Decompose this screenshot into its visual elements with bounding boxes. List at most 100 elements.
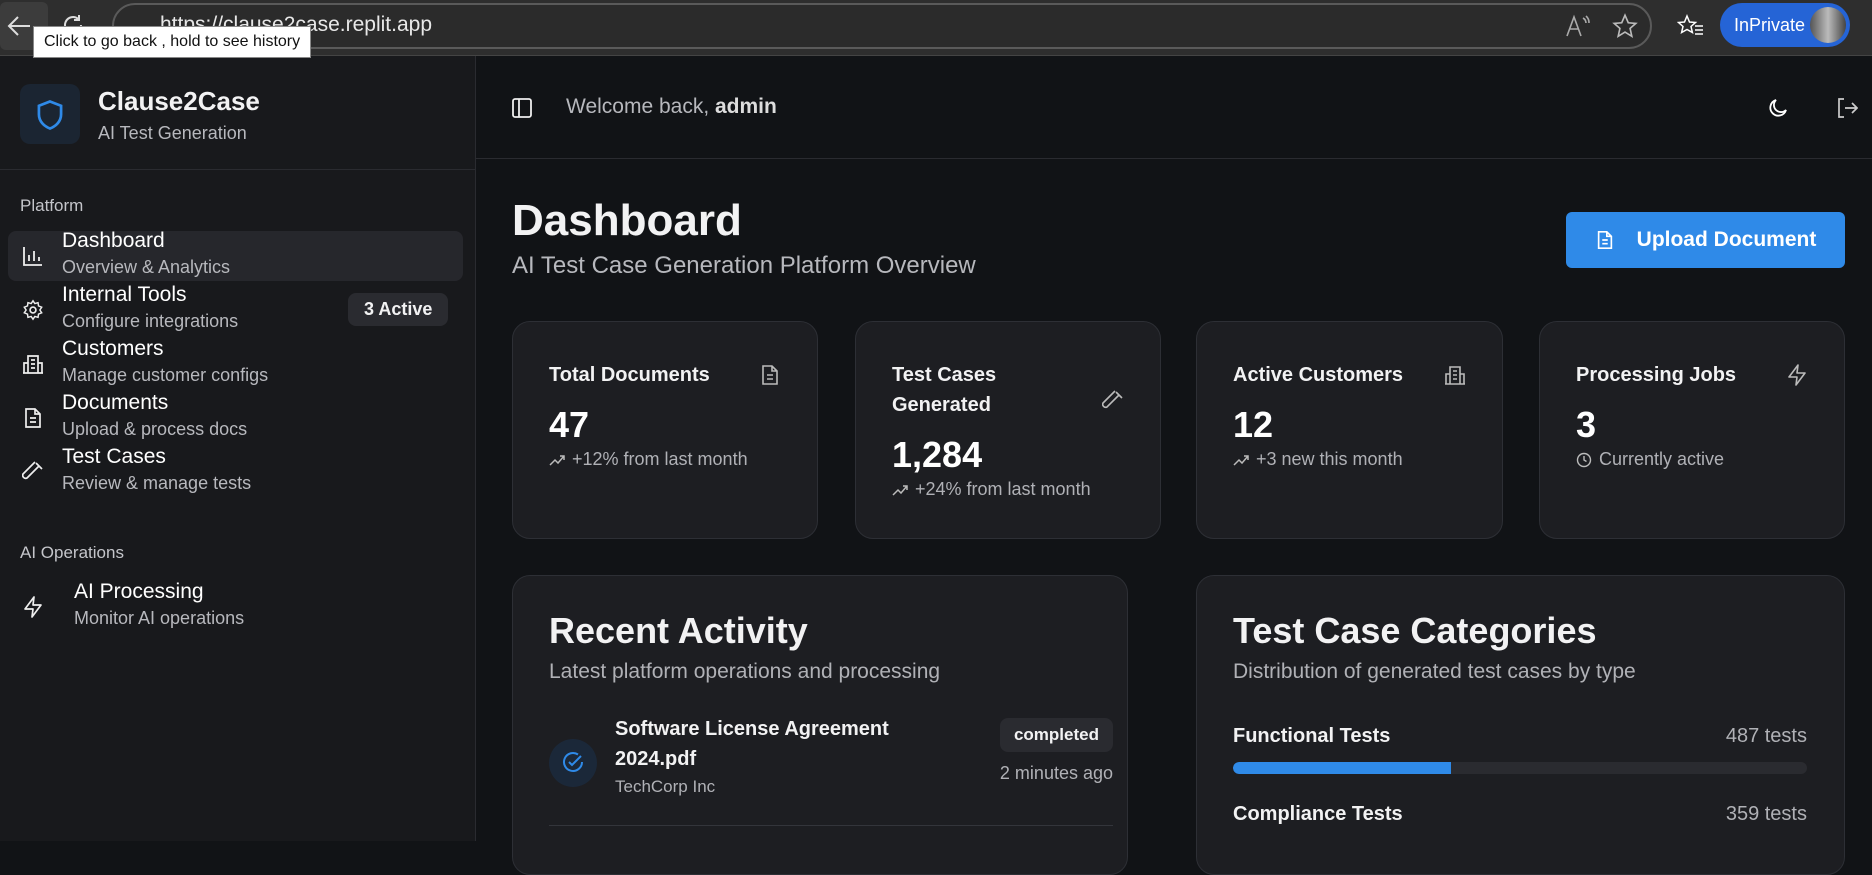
- divider: [0, 169, 475, 170]
- stat-value: 3: [1576, 404, 1597, 445]
- zap-icon: [24, 596, 42, 618]
- stat-sub: +3 new this month: [1256, 449, 1403, 469]
- check-circle-icon: [563, 752, 583, 772]
- stat-sub: Currently active: [1599, 449, 1725, 469]
- sidebar-item-label: Internal Tools: [62, 283, 187, 306]
- upload-document-button[interactable]: Upload Document: [1566, 212, 1845, 268]
- trending-up-icon: [892, 484, 908, 496]
- favorites-list-icon[interactable]: [1677, 13, 1705, 39]
- section-platform: Platform: [20, 196, 84, 215]
- stat-sub: +12% from last month: [572, 449, 748, 469]
- trending-up-icon: [549, 454, 565, 466]
- sidebar-item-label: Documents: [62, 391, 169, 414]
- upload-label: Upload Document: [1636, 228, 1817, 251]
- file-text-icon: [1597, 231, 1612, 249]
- sidebar-item-sub: Upload & process docs: [62, 419, 248, 439]
- sidebar-item-documents[interactable]: Documents Upload & process docs: [8, 391, 463, 443]
- section-ai-operations: AI Operations: [20, 543, 124, 562]
- stat-label: Total Documents: [549, 364, 710, 386]
- sidebar-item-customers[interactable]: Customers Manage customer configs: [8, 337, 463, 389]
- category-label: Functional Tests: [1233, 725, 1391, 747]
- inprivate-profile-button[interactable]: InPrivate: [1720, 3, 1850, 47]
- sidebar-item-internal-tools[interactable]: Internal Tools Configure integrations 3 …: [8, 283, 463, 335]
- panel-left-icon: [512, 98, 532, 118]
- bar-chart-icon: [23, 247, 42, 266]
- trending-up-icon: [1233, 454, 1249, 466]
- activity-customer: TechCorp Inc: [615, 777, 716, 796]
- sidebar-item-dashboard[interactable]: Dashboard Overview & Analytics: [8, 229, 463, 281]
- logout-icon: [1838, 98, 1858, 118]
- category-row: Functional Tests 487 tests: [1233, 725, 1807, 795]
- sidebar-item-sub: Manage customer configs: [62, 365, 269, 385]
- username: admin: [715, 95, 777, 118]
- sidebar-item-label: Test Cases: [62, 445, 166, 468]
- sidebar-item-test-cases[interactable]: Test Cases Review & manage tests: [8, 445, 463, 497]
- stat-card-test-cases: Test Cases Generated 1,284 +24% from las…: [855, 321, 1161, 539]
- file-text-icon: [762, 365, 778, 385]
- top-header: Welcome back, admin: [476, 56, 1872, 159]
- building-icon: [1445, 366, 1465, 385]
- brand-name: Clause2Case: [98, 86, 260, 116]
- category-count: 359 tests: [1725, 803, 1807, 825]
- status-circle: [549, 739, 597, 787]
- status-badge: completed: [999, 718, 1113, 752]
- activity-item[interactable]: Software License Agreement 2024.pdf Tech…: [549, 718, 1113, 826]
- logout-button[interactable]: [1836, 97, 1858, 119]
- sidebar-item-sub: Review & manage tests: [62, 473, 252, 493]
- stat-trend: +12% from last month: [549, 449, 748, 470]
- test-tube-icon: [1102, 390, 1123, 409]
- activity-time: 2 minutes ago: [999, 763, 1113, 783]
- category-count: 487 tests: [1725, 725, 1807, 747]
- activity-name: Software License Agreement 2024.pdf: [615, 718, 889, 770]
- page-subtitle: AI Test Case Generation Platform Overvie…: [512, 252, 976, 279]
- card-title: Recent Activity: [549, 610, 808, 651]
- sidebar-item-sub: Configure integrations: [62, 311, 239, 331]
- page-title: Dashboard: [512, 196, 742, 245]
- brand-tagline: AI Test Generation: [98, 123, 247, 143]
- stat-value: 47: [549, 404, 590, 445]
- stat-card-total-documents: Total Documents 47 +12% from last month: [512, 321, 818, 539]
- theme-toggle-button[interactable]: [1767, 97, 1789, 119]
- welcome-text: Welcome back, admin: [566, 95, 777, 119]
- inprivate-label: InPrivate: [1734, 15, 1806, 35]
- card-subtitle: Distribution of generated test cases by …: [1233, 660, 1636, 683]
- stat-sub: +24% from last month: [915, 479, 1091, 499]
- stat-card-processing-jobs: Processing Jobs 3 Currently active: [1539, 321, 1845, 539]
- gear-icon: [23, 299, 43, 321]
- welcome-prefix: Welcome back,: [566, 95, 715, 118]
- card-subtitle: Latest platform operations and processin…: [549, 660, 941, 683]
- logo: [20, 84, 80, 144]
- stat-trend: +3 new this month: [1233, 449, 1403, 470]
- zap-icon: [1788, 364, 1806, 386]
- category-progress-track: [1233, 762, 1807, 774]
- card-title: Test Case Categories: [1233, 610, 1597, 651]
- sidebar-item-sub: Monitor AI operations: [74, 608, 245, 628]
- stat-label: Active Customers: [1233, 364, 1404, 386]
- sidebar-item-label: Customers: [62, 337, 164, 360]
- avatar: [1810, 7, 1846, 43]
- moon-icon: [1769, 99, 1787, 117]
- read-aloud-icon[interactable]: [1565, 14, 1591, 38]
- back-tooltip: Click to go back , hold to see history: [33, 26, 312, 58]
- sidebar-toggle-button[interactable]: [511, 97, 533, 119]
- test-case-categories-card: Test Case Categories Distribution of gen…: [1196, 575, 1845, 875]
- stat-value: 12: [1233, 404, 1274, 445]
- favorite-star-icon[interactable]: [1612, 13, 1638, 39]
- active-count-badge: 3 Active: [348, 293, 449, 326]
- stat-label: Test Cases Generated: [892, 364, 997, 416]
- sidebar: Clause2Case AI Test Generation Platform …: [0, 56, 476, 841]
- sidebar-item-label: Dashboard: [62, 229, 165, 252]
- stat-status: Currently active: [1576, 449, 1724, 470]
- shield-icon: [37, 100, 63, 130]
- stat-label: Processing Jobs: [1576, 364, 1737, 386]
- file-text-icon: [25, 408, 41, 428]
- stat-value: 1,284: [892, 434, 983, 475]
- sidebar-item-ai-processing[interactable]: AI Processing Monitor AI operations: [8, 580, 463, 632]
- sidebar-item-label: AI Processing: [74, 580, 204, 603]
- stat-trend: +24% from last month: [892, 479, 1091, 500]
- clock-icon: [1576, 452, 1592, 467]
- building-icon: [23, 355, 43, 374]
- category-progress-fill: [1233, 762, 1452, 774]
- test-tube-icon: [22, 461, 43, 480]
- sidebar-item-sub: Overview & Analytics: [62, 257, 231, 277]
